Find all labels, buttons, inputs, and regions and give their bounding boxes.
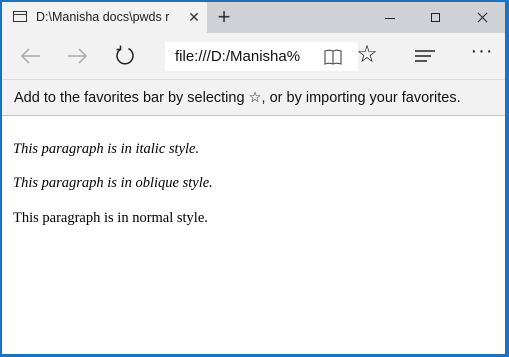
normal-paragraph: This paragraph is in normal style. bbox=[13, 209, 208, 226]
title-bar: D:\Manisha docs\pwds r ✕ + bbox=[2, 2, 505, 33]
favorites-bar: Add to the favorites bar by selecting ☆,… bbox=[2, 79, 505, 116]
minimize-button[interactable] bbox=[367, 2, 413, 33]
maximize-icon bbox=[431, 13, 440, 22]
navigation-bar: file:///D:/Manisha% ☆ ··· bbox=[2, 33, 505, 79]
close-window-button[interactable] bbox=[459, 2, 505, 33]
refresh-button[interactable] bbox=[110, 41, 140, 71]
arrow-right-icon bbox=[68, 48, 88, 64]
favorites-bar-message: Add to the favorites bar by selecting ☆,… bbox=[14, 90, 461, 106]
refresh-icon bbox=[116, 45, 134, 65]
arrow-left-icon bbox=[20, 48, 40, 64]
star-icon: ☆ bbox=[356, 41, 378, 68]
more-button[interactable]: ··· bbox=[470, 41, 494, 65]
page-icon bbox=[13, 11, 27, 22]
more-icon: ··· bbox=[470, 40, 494, 62]
tab-close-button[interactable]: ✕ bbox=[186, 9, 202, 25]
forward-button[interactable] bbox=[62, 41, 92, 71]
back-button[interactable] bbox=[16, 41, 46, 71]
browser-tab[interactable]: D:\Manisha docs\pwds r ✕ bbox=[2, 2, 207, 33]
reading-view-button[interactable] bbox=[323, 48, 343, 66]
book-icon bbox=[324, 49, 342, 65]
add-favorite-button[interactable]: ☆ bbox=[353, 41, 381, 71]
oblique-paragraph: This paragraph is in oblique style. bbox=[13, 174, 213, 191]
hub-button[interactable] bbox=[413, 46, 437, 66]
address-bar[interactable]: file:///D:/Manisha% bbox=[165, 42, 358, 71]
hub-icon bbox=[415, 50, 435, 62]
new-tab-button[interactable]: + bbox=[213, 6, 235, 29]
maximize-button[interactable] bbox=[413, 2, 459, 33]
page-content: This paragraph is in italic style. This … bbox=[2, 116, 505, 354]
tab-title: D:\Manisha docs\pwds r bbox=[36, 10, 170, 24]
minimize-icon bbox=[385, 18, 395, 19]
browser-window: D:\Manisha docs\pwds r ✕ + file:///D:/Ma… bbox=[1, 1, 506, 355]
address-input[interactable]: file:///D:/Manisha% bbox=[175, 48, 307, 65]
italic-paragraph: This paragraph is in italic style. bbox=[13, 140, 200, 157]
